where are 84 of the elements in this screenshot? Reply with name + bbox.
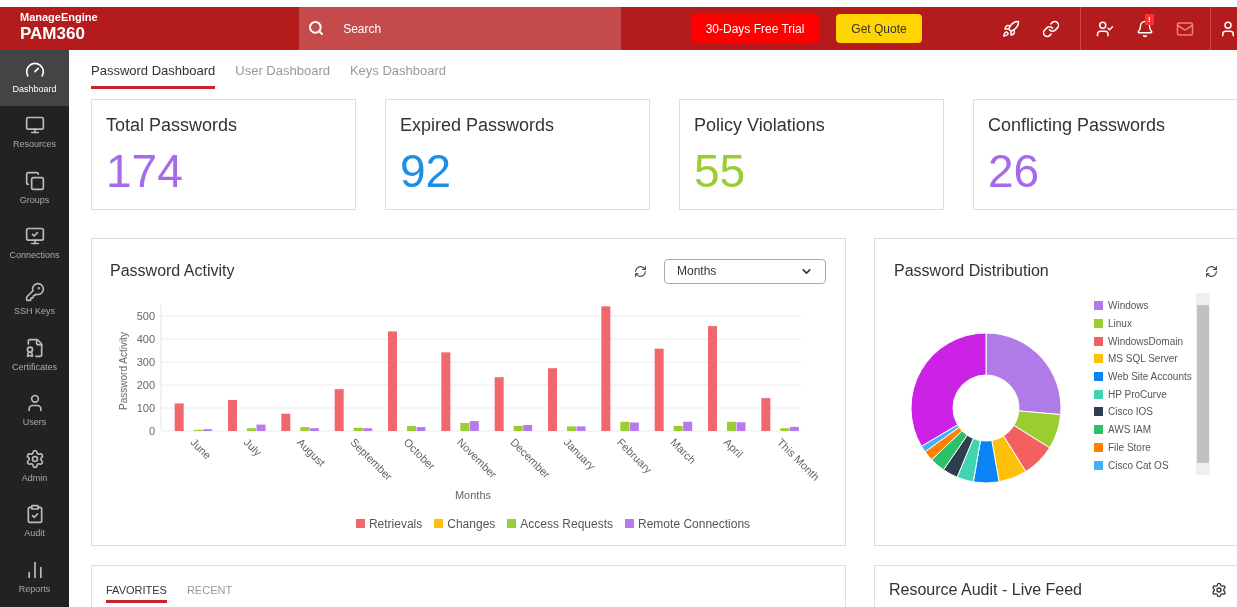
x-axis-title: Months [454,488,492,503]
donut-slice [991,435,1027,483]
bar [736,422,745,431]
y-tick-label: 400 [136,333,155,345]
refresh-icon[interactable] [1205,264,1218,278]
settings-icon [24,448,45,469]
legend-label: Changes [447,515,496,532]
y-tick-label: 500 [136,310,155,322]
stat-title: Policy Violations [694,114,826,137]
link-icon[interactable] [1042,19,1060,38]
bar [174,403,184,431]
scrollbar[interactable] [1196,293,1210,475]
notification-badge: ! [1145,13,1154,25]
dashboard-tab[interactable]: Password Dashboard [91,53,216,89]
legend-label: Cisco Cat OS [1108,458,1169,473]
list-tab[interactable]: FAVORITES [106,581,167,603]
sidebar-item[interactable]: Certificates [0,327,69,384]
settings-icon[interactable] [1211,582,1227,598]
monitor-icon [24,115,45,136]
key-icon [24,281,45,302]
stat-value: 174 [106,144,184,199]
y-tick-label: 200 [136,379,155,391]
brand-name: ManageEngine [20,12,99,24]
legend-label: Access Requests [520,515,614,532]
bar [629,422,639,431]
bar [494,377,504,431]
legend-label: MS SQL Server [1108,352,1178,367]
panel-title: Resource Audit - Live Feed [889,580,1083,600]
y-tick-label: 300 [136,356,155,368]
bell-icon[interactable] [1136,19,1154,38]
legend-label: Remote Connections [638,515,751,532]
stat-title: Total Passwords [106,114,239,137]
sidebar-item[interactable]: Groups [0,161,69,217]
bar [280,413,290,431]
stat-title: Conflicting Passwords [988,114,1167,137]
refresh-icon[interactable] [634,264,647,278]
sidebar-item[interactable]: SSH Keys [0,272,69,328]
bar [547,368,557,431]
sidebar-item[interactable]: Admin [0,439,69,495]
stat-value: 55 [694,144,747,199]
sidebar-item[interactable]: Dashboard [0,50,69,106]
x-tick-label: July [241,435,264,459]
monitor-check-icon [24,226,45,247]
sidebar-item[interactable]: Connections [0,216,69,273]
bar [726,421,736,431]
bar [227,399,237,431]
legend-label: Retrievals [368,515,423,532]
legend-label: AWS IAM [1108,423,1151,438]
rocket-icon[interactable] [1002,19,1020,38]
sidebar-item[interactable]: Resources [0,105,69,162]
legend-label: Cisco IOS [1108,405,1153,420]
search-field[interactable]: Search [299,7,621,50]
panel-title: Password Distribution [894,261,1050,281]
user-icon[interactable] [1219,19,1237,38]
panel-title: Password Activity [110,261,236,281]
legend-label: Web Site Accounts [1108,370,1192,385]
sidebar-item[interactable]: Reports [0,550,69,606]
get-quote-button[interactable]: Get Quote [836,14,922,43]
stat-value: 92 [400,144,453,199]
search-icon [308,20,325,36]
legend-label: HP ProCurve [1108,387,1167,402]
donut-slice [1003,425,1051,473]
legend-label: Linux [1108,317,1132,332]
legend-label: Windows [1108,299,1149,314]
mail-icon[interactable] [1176,19,1194,38]
sidebar-item[interactable]: Users [0,383,69,440]
legend-label: File Store [1108,440,1151,455]
legend-label: WindowsDomain [1108,334,1184,349]
bar [469,421,479,431]
stat-value: 26 [988,144,1041,199]
sidebar-item[interactable]: Audit [0,494,69,551]
bar [334,389,344,431]
product-name: PAM360 [20,23,86,45]
y-tick-label: 0 [148,425,155,437]
bar [760,398,770,431]
certificate-icon [24,337,45,358]
bar [459,422,469,431]
y-axis-title: Password Activity [117,332,129,410]
bar [619,421,629,431]
x-tick-label: April [721,435,746,460]
free-trial-button[interactable]: 30-Days Free Trial [691,14,819,43]
y-tick-label: 100 [136,402,155,414]
stat-title: Expired Passwords [400,114,556,137]
period-select[interactable]: Months [664,258,826,284]
